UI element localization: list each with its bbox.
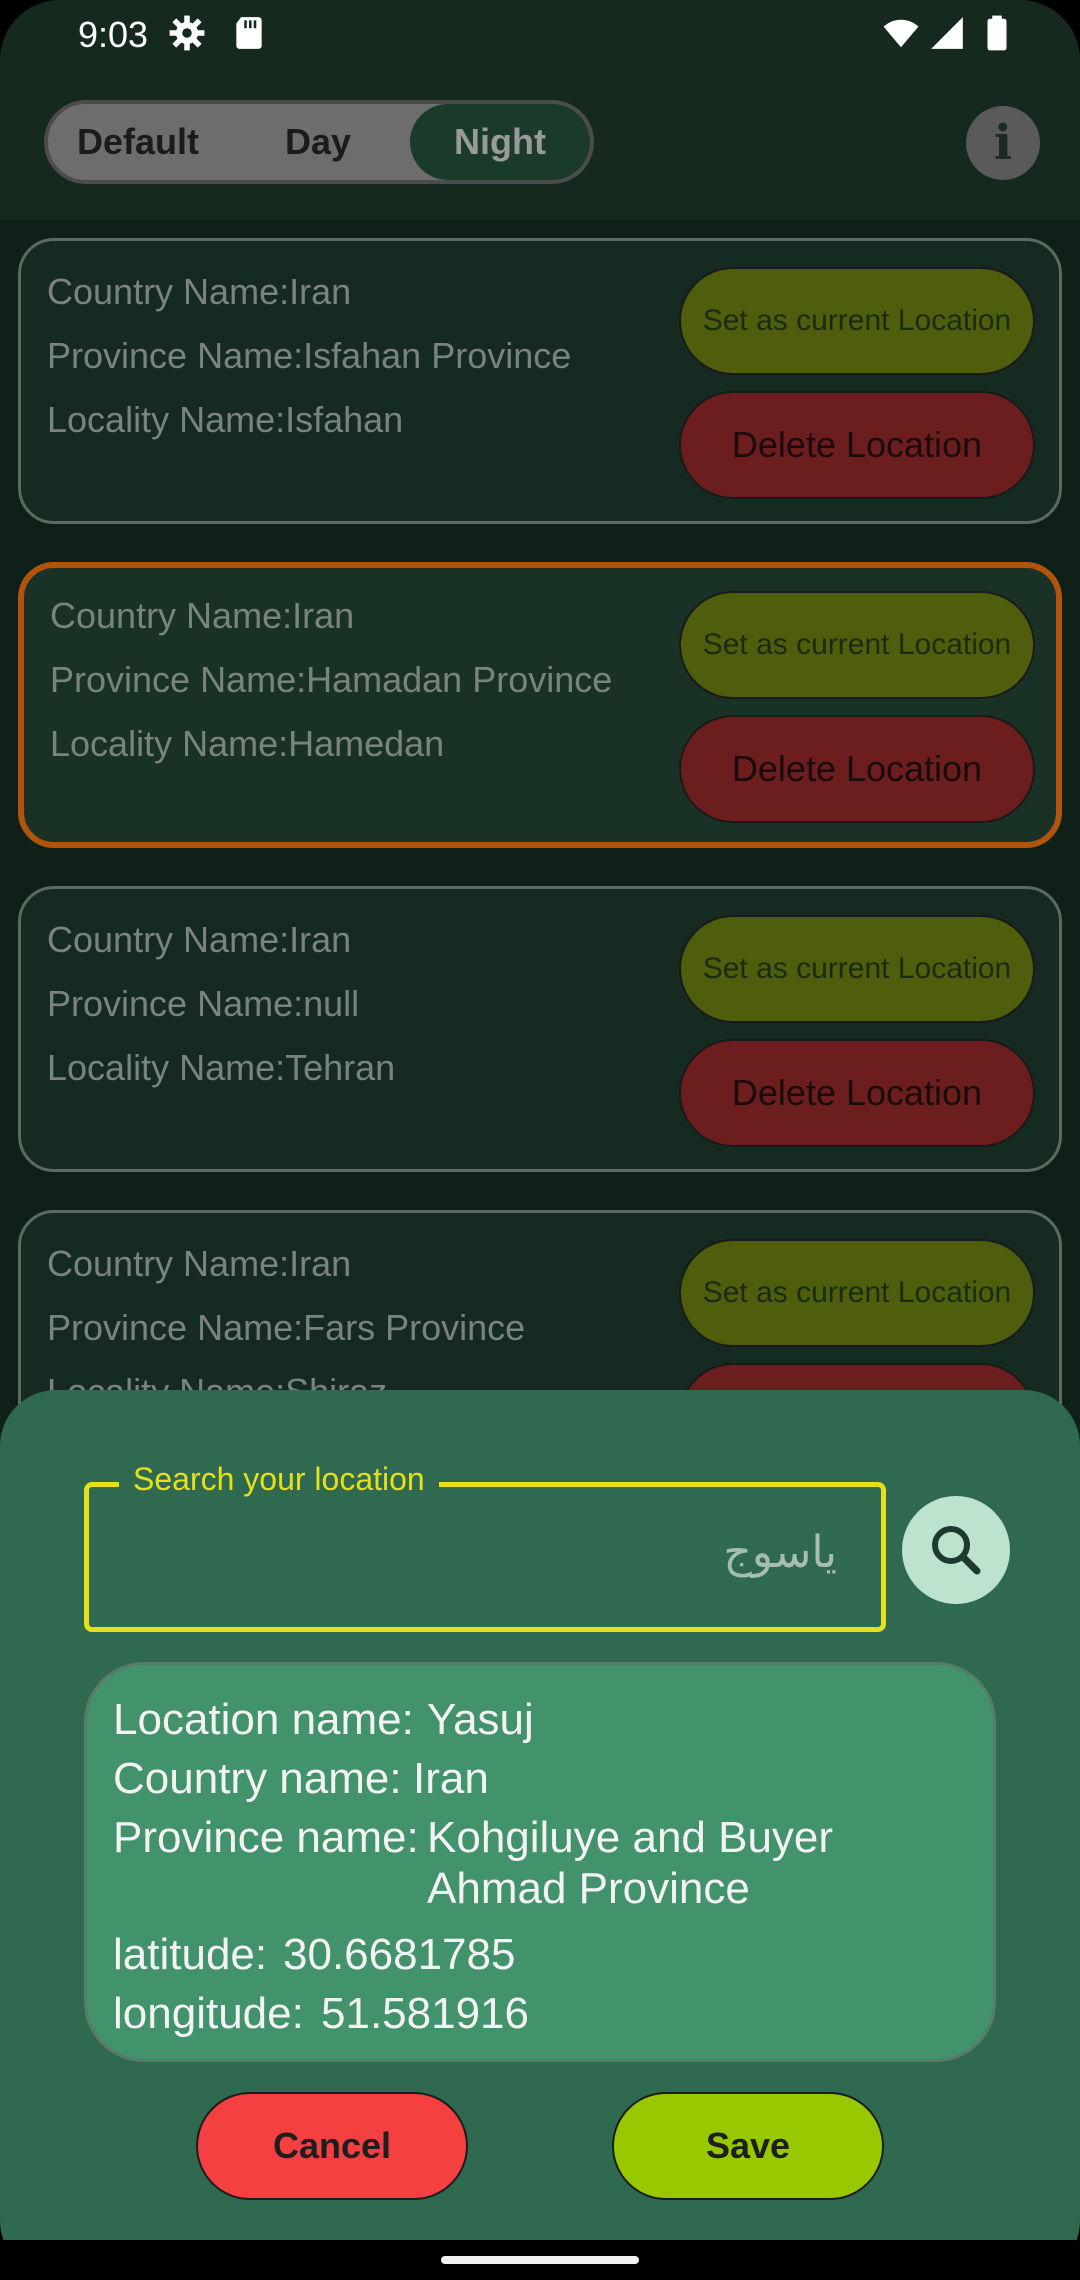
province-name: Province Name:Isfahan Province [47, 335, 572, 376]
battery-icon [987, 15, 1007, 51]
theme-option-day[interactable]: Day [228, 104, 408, 180]
delete-location-button[interactable]: Delete Location [679, 715, 1035, 823]
save-button[interactable]: Save [612, 2092, 884, 2200]
longitude-label: longitude: [113, 1989, 304, 2038]
latitude-value: 30.6681785 [283, 1930, 516, 1979]
location-card: Country Name:Iran Province Name:Isfahan … [18, 238, 1062, 524]
home-gesture-bar[interactable] [441, 2256, 639, 2264]
locality-name: Locality Name:Tehran [47, 1047, 396, 1088]
province-name-value: Kohgiluye and Buyer [427, 1813, 834, 1862]
location-result-card: Location name: Yasuj Country name: Iran … [84, 1662, 996, 2062]
locality-name: Locality Name:Isfahan [47, 399, 404, 440]
wifi-icon [883, 19, 919, 48]
province-name: Province Name:Hamadan Province [50, 659, 613, 700]
search-location-value[interactable]: یاسوج [723, 1527, 837, 1578]
settings-icon [169, 15, 205, 51]
country-name: Country Name:Iran [47, 1243, 352, 1284]
set-current-location-button[interactable]: Set as current Location [679, 267, 1035, 375]
delete-location-button[interactable]: Delete Location [679, 1039, 1035, 1147]
cancel-button[interactable]: Cancel [196, 2092, 468, 2200]
location-card-active: Country Name:Iran Province Name:Hamadan … [18, 562, 1062, 848]
delete-location-button[interactable]: Delete Location [679, 391, 1035, 499]
theme-option-night[interactable]: Night [410, 104, 590, 180]
set-current-location-button[interactable]: Set as current Location [679, 1239, 1035, 1347]
country-name-value: Iran [413, 1754, 489, 1803]
province-name: Province Name:Fars Province [47, 1307, 526, 1348]
search-location-label: Search your location [119, 1461, 439, 1498]
country-name: Country Name:Iran [47, 919, 352, 960]
theme-option-default[interactable]: Default [48, 104, 228, 180]
province-name-value-cont: Ahmad Province [427, 1864, 750, 1913]
add-location-sheet: Search your location یاسوج Location name… [0, 1390, 1080, 2240]
signal-icon [931, 17, 963, 49]
location-name-label: Location name: [113, 1695, 414, 1744]
country-name-label: Country name: [113, 1754, 402, 1803]
search-icon [932, 1526, 981, 1575]
location-name-value: Yasuj [427, 1695, 534, 1744]
sd-card-icon [236, 17, 262, 49]
longitude-value: 51.581916 [321, 1989, 529, 2038]
province-name-label: Province name: [113, 1813, 419, 1862]
theme-selector[interactable]: Default Day Night [44, 100, 594, 184]
location-card: Country Name:Iran Province Name:null Loc… [18, 886, 1062, 1172]
search-button[interactable] [902, 1496, 1010, 1604]
info-icon[interactable]: i [966, 106, 1040, 180]
country-name: Country Name:Iran [50, 595, 355, 636]
country-name: Country Name:Iran [47, 271, 352, 312]
status-time: 9:03 [78, 14, 149, 55]
locality-name: Locality Name:Hamedan [50, 723, 445, 764]
set-current-location-button[interactable]: Set as current Location [679, 591, 1035, 699]
search-location-field[interactable]: Search your location یاسوج [84, 1461, 886, 1632]
province-name: Province Name:null [47, 983, 360, 1024]
set-current-location-button[interactable]: Set as current Location [679, 915, 1035, 1023]
app-screen: Default Day Night i 9:03 Country Name:Ir… [0, 0, 1080, 2280]
status-bar: 9:03 [0, 0, 1080, 70]
latitude-label: latitude: [113, 1930, 268, 1979]
